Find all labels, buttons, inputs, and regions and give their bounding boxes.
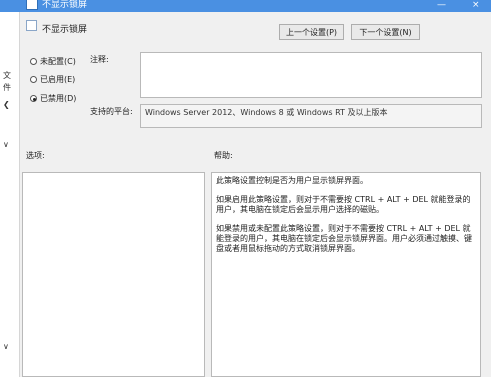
option-label: 未配置(C) bbox=[40, 57, 76, 66]
radio-not-configured[interactable] bbox=[30, 58, 37, 65]
radio-disabled[interactable] bbox=[30, 95, 37, 102]
option-label: 已禁用(D) bbox=[40, 94, 77, 103]
help-panel: 此策略设置控制是否为用户显示锁屏界面。 如果启用此策略设置，则对于不需要按 CT… bbox=[211, 172, 481, 377]
supported-label: 支持的平台: bbox=[90, 107, 133, 116]
supported-platforms-field: Windows Server 2012、Windows 8 或 Windows … bbox=[140, 104, 482, 128]
policy-name: 不显示锁屏 bbox=[42, 25, 88, 35]
title-bar: 不显示锁屏 — × bbox=[0, 0, 491, 12]
close-button[interactable]: × bbox=[472, 0, 480, 11]
option-enabled[interactable]: 已启用(E) bbox=[30, 74, 75, 85]
policy-icon bbox=[26, 20, 37, 31]
comment-label: 注释: bbox=[90, 55, 109, 64]
radio-enabled[interactable] bbox=[30, 76, 37, 83]
chevron-down-icon[interactable]: ∨ bbox=[3, 140, 9, 149]
prev-setting-button[interactable]: 上一个设置(P) bbox=[279, 24, 344, 40]
minimize-button[interactable]: — bbox=[437, 0, 446, 11]
help-paragraph-3: 如果禁用或未配置此策略设置，则对于不需要按 CTRL + ALT + DEL 就… bbox=[216, 224, 472, 253]
options-label: 选项: bbox=[26, 151, 45, 160]
help-label: 帮助: bbox=[214, 151, 233, 160]
back-arrow-icon[interactable]: ❮ bbox=[3, 100, 10, 109]
help-paragraph-1: 此策略设置控制是否为用户显示锁屏界面。 bbox=[216, 176, 368, 185]
chevron-down-icon-2[interactable]: ∨ bbox=[3, 342, 9, 351]
option-label: 已启用(E) bbox=[40, 75, 76, 84]
help-paragraph-2: 如果启用此策略设置，则对于不需要按 CTRL + ALT + DEL 就能登录的… bbox=[216, 195, 471, 214]
background-window-strip: 文 件 ❮ ∨ ∨ bbox=[0, 12, 20, 377]
next-setting-button[interactable]: 下一个设置(N) bbox=[351, 24, 420, 40]
option-not-configured[interactable]: 未配置(C) bbox=[30, 56, 76, 67]
policy-window-icon bbox=[26, 0, 38, 10]
menu-file-fragment[interactable]: 文 bbox=[3, 70, 11, 81]
menu-file-fragment-2[interactable]: 件 bbox=[3, 82, 11, 93]
option-disabled[interactable]: 已禁用(D) bbox=[30, 93, 76, 104]
options-panel bbox=[22, 172, 205, 377]
window-title: 不显示锁屏 bbox=[42, 0, 88, 10]
comment-field[interactable] bbox=[140, 52, 482, 98]
